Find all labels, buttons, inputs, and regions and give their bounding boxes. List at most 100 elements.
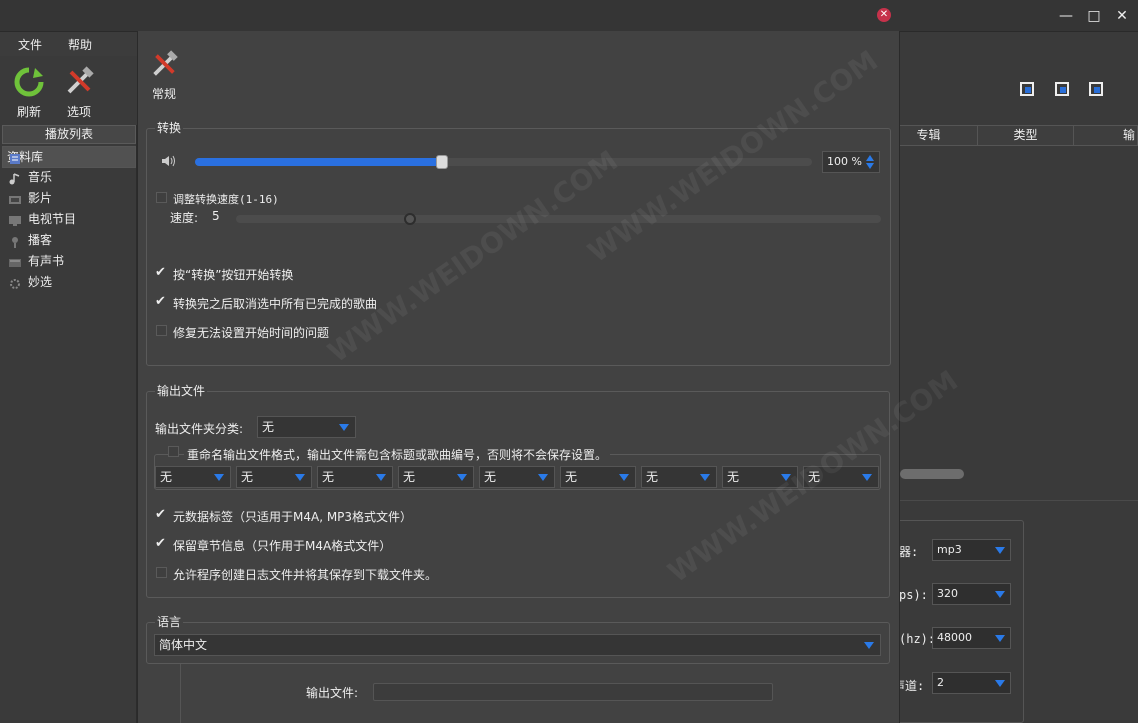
bitrate-value: 320	[937, 587, 958, 600]
refresh-icon	[14, 67, 44, 97]
sidebar-item-genius[interactable]: 妙选	[2, 272, 136, 292]
convert-option-1-label: 按“转换”按钮开始转换	[173, 268, 294, 282]
output-group-title: 输出文件	[155, 382, 208, 399]
chevron-down-icon[interactable]	[866, 163, 874, 169]
output-option-2-label: 保留章节信息（只作用于M4A格式文件）	[173, 539, 392, 553]
options-label: 选项	[66, 105, 91, 119]
maximize-icon[interactable]: □	[1082, 6, 1106, 26]
sidebar-item-library[interactable]: 资料库	[2, 146, 136, 168]
horizontal-scrollbar[interactable]	[900, 469, 964, 479]
language-select[interactable]: 简体中文	[154, 634, 881, 656]
chevron-down-icon	[619, 474, 629, 481]
close-icon[interactable]: ✕	[1110, 6, 1134, 26]
codec-label: 器:	[899, 545, 919, 559]
chevron-down-icon	[700, 474, 710, 481]
convert-option-2-label: 转换完之后取消选中所有已完成的歌曲	[173, 297, 378, 311]
rename-slot-value: 无	[727, 470, 740, 484]
sidebar-item-tv[interactable]: 电视节目	[2, 209, 136, 229]
sidebar-item-label: 妙选	[28, 275, 53, 289]
samplerate-select[interactable]: 48000	[932, 627, 1011, 649]
menu-help[interactable]: 帮助	[68, 36, 92, 53]
rename-slot-value: 无	[808, 470, 821, 484]
view-toggle-1-icon[interactable]	[1020, 82, 1034, 96]
samplerate-label: (hz):	[899, 632, 936, 646]
rename-slot-9-select[interactable]: 无	[803, 466, 879, 488]
sidebar-item-audiobook[interactable]: 有声书	[2, 251, 136, 271]
chevron-down-icon	[862, 474, 872, 481]
chevron-up-icon[interactable]	[866, 155, 874, 161]
convert-option-2-checkbox[interactable]: ✔	[155, 294, 166, 309]
folder-category-select[interactable]: 无	[257, 416, 356, 438]
chevron-down-icon	[995, 591, 1005, 598]
folder-category-value: 无	[262, 420, 275, 434]
view-toggle-3-icon[interactable]	[1089, 82, 1103, 96]
rename-slot-2-select[interactable]: 无	[236, 466, 312, 488]
output-file-label: 输出文件:	[306, 686, 359, 700]
output-option-1-checkbox[interactable]: ✔	[155, 507, 166, 522]
volume-slider-fill	[195, 158, 442, 166]
podcast-icon	[8, 234, 22, 248]
rename-checkbox[interactable]	[168, 446, 179, 457]
volume-slider-handle[interactable]	[435, 155, 448, 169]
chevron-down-icon	[376, 474, 386, 481]
output-option-3-label: 允许程序创建日志文件并将其保存到下载文件夹。	[173, 568, 438, 582]
convert-option-3-label: 修复无法设置开始时间的问题	[173, 326, 330, 340]
view-toggle-2-icon[interactable]	[1055, 82, 1069, 96]
adjust-speed-checkbox[interactable]	[156, 192, 167, 203]
rename-slot-value: 无	[403, 470, 416, 484]
column-output[interactable]: 输	[1074, 125, 1138, 146]
dialog-close-icon[interactable]: ✕	[877, 8, 891, 22]
rename-slot-1-select[interactable]: 无	[155, 466, 231, 488]
sidebar-item-movies[interactable]: 影片	[2, 188, 136, 208]
rename-slot-value: 无	[322, 470, 335, 484]
output-option-2-checkbox[interactable]: ✔	[155, 536, 166, 551]
genius-icon	[8, 276, 22, 289]
rename-slot-8-select[interactable]: 无	[722, 466, 798, 488]
bitrate-select[interactable]: 320	[932, 583, 1011, 605]
rename-slot-value: 无	[565, 470, 578, 484]
speed-slider[interactable]	[236, 215, 881, 223]
output-file-input[interactable]	[373, 683, 773, 701]
rename-slot-6-select[interactable]: 无	[560, 466, 636, 488]
bitrate-label: ps):	[899, 588, 928, 602]
convert-option-1-checkbox[interactable]: ✔	[155, 265, 166, 280]
minimize-icon[interactable]: —	[1054, 6, 1078, 26]
rename-slot-3-select[interactable]: 无	[317, 466, 393, 488]
rename-slot-value: 无	[484, 470, 497, 484]
rename-slot-7-select[interactable]: 无	[641, 466, 717, 488]
chevron-down-icon	[781, 474, 791, 481]
refresh-button[interactable]: 刷新	[6, 66, 52, 120]
chevron-down-icon	[995, 680, 1005, 687]
audiobook-icon	[8, 255, 22, 267]
sidebar-item-music[interactable]: 音乐	[2, 167, 136, 187]
tab-general-label: 常规	[151, 87, 176, 101]
volume-slider[interactable]	[195, 158, 812, 166]
chevron-down-icon	[295, 474, 305, 481]
language-group-title: 语言	[155, 613, 184, 630]
tools-icon	[153, 50, 178, 76]
sidebar-item-podcast[interactable]: 播客	[2, 230, 136, 250]
tab-general[interactable]: 常规	[146, 50, 182, 102]
column-genre[interactable]: 类型	[978, 125, 1074, 146]
checkmark-icon: ✔	[155, 507, 166, 522]
music-icon	[8, 171, 22, 185]
codec-select[interactable]: mp3	[932, 539, 1011, 561]
chevron-down-icon	[457, 474, 467, 481]
sidebar-item-label: 播客	[28, 233, 53, 247]
library-icon	[9, 151, 23, 164]
rename-slot-5-select[interactable]: 无	[479, 466, 555, 488]
chevron-down-icon	[538, 474, 548, 481]
menu-file[interactable]: 文件	[18, 36, 42, 53]
convert-option-3-checkbox[interactable]	[156, 325, 167, 336]
speed-value: 5	[212, 209, 220, 223]
checkmark-icon: ✔	[155, 265, 166, 280]
options-button[interactable]: 选项	[56, 66, 102, 120]
channels-select[interactable]: 2	[932, 672, 1011, 694]
tools-icon	[67, 66, 94, 94]
refresh-label: 刷新	[16, 105, 41, 119]
rename-slot-4-select[interactable]: 无	[398, 466, 474, 488]
volume-percent-spinner[interactable]: 100 %	[822, 151, 880, 173]
output-option-3-checkbox[interactable]	[156, 567, 167, 578]
folder-category-label: 输出文件夹分类:	[155, 422, 244, 436]
volume-icon	[160, 154, 176, 171]
